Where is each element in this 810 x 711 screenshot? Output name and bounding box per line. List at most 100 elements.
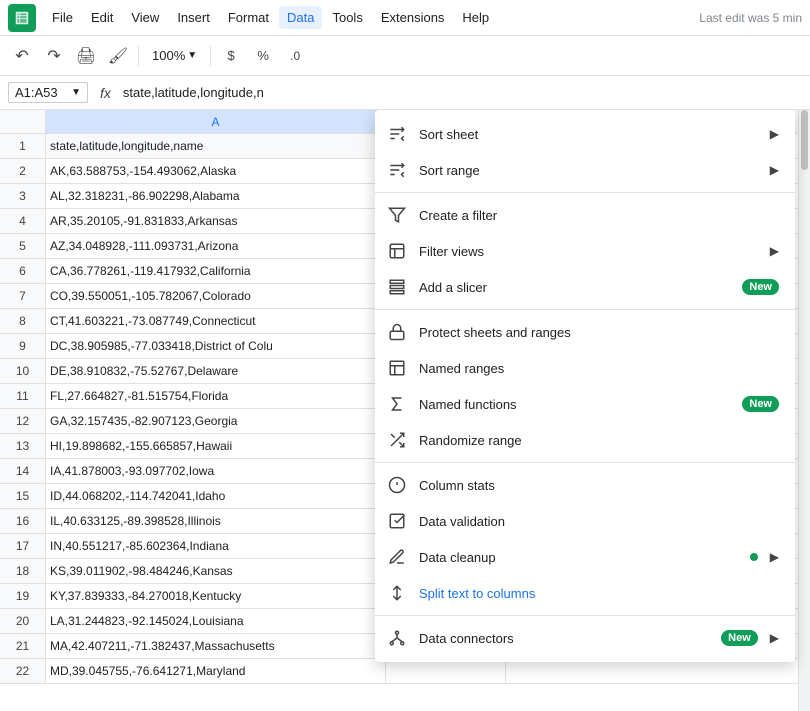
cell-A8[interactable]: CT,41.603221,-73.087749,Connecticut xyxy=(46,309,386,333)
menu-label-column-stats: Column stats xyxy=(419,478,779,493)
cell-ref-value: A1:A53 xyxy=(15,85,58,100)
stats-icon xyxy=(387,475,407,495)
cell-A15[interactable]: ID,44.068202,-114.742041,Idaho xyxy=(46,484,386,508)
cell-A6[interactable]: CA,36.778261,-119.417932,California xyxy=(46,259,386,283)
cell-A10[interactable]: DE,38.910832,-75.52767,Delaware xyxy=(46,359,386,383)
row-number: 18 xyxy=(0,559,46,583)
menu-label-data-validation: Data validation xyxy=(419,514,779,529)
menu-label-data-connectors: Data connectors xyxy=(419,631,709,646)
row-number: 7 xyxy=(0,284,46,308)
menu-label-split-text: Split text to columns xyxy=(419,586,779,601)
menu-label-sort-sheet: Sort sheet xyxy=(419,127,758,142)
menu-item-split-text[interactable]: Split text to columns xyxy=(375,575,795,611)
row-number: 21 xyxy=(0,634,46,658)
menu-label-add-slicer: Add a slicer xyxy=(419,280,730,295)
menu-item-data-validation[interactable]: Data validation xyxy=(375,503,795,539)
menu-format[interactable]: Format xyxy=(220,6,277,29)
menu-help[interactable]: Help xyxy=(454,6,497,29)
menu-edit[interactable]: Edit xyxy=(83,6,121,29)
lock-icon xyxy=(387,322,407,342)
zoom-selector[interactable]: 100% ▼ xyxy=(145,45,204,66)
app-icon xyxy=(8,4,36,32)
scrollbar-thumb xyxy=(801,110,808,170)
cell-A7[interactable]: CO,39.550051,-105.782067,Colorado xyxy=(46,284,386,308)
cell-A2[interactable]: AK,63.588753,-154.493062,Alaska xyxy=(46,159,386,183)
cell-B22[interactable] xyxy=(386,659,506,683)
cell-A17[interactable]: IN,40.551217,-85.602364,Indiana xyxy=(46,534,386,558)
col-header-A[interactable]: A xyxy=(46,110,386,133)
cell-A22[interactable]: MD,39.045755,-76.641271,Maryland xyxy=(46,659,386,683)
menu-item-data-cleanup[interactable]: Data cleanup▶ xyxy=(375,539,795,575)
separator-2 xyxy=(210,46,211,66)
menu-item-randomize[interactable]: Randomize range xyxy=(375,422,795,458)
menu-label-named-functions: Named functions xyxy=(419,397,730,412)
cell-A20[interactable]: LA,31.244823,-92.145024,Louisiana xyxy=(46,609,386,633)
row-number: 13 xyxy=(0,434,46,458)
menu-extensions[interactable]: Extensions xyxy=(373,6,453,29)
cell-A16[interactable]: IL,40.633125,-89.398528,Illinois xyxy=(46,509,386,533)
currency-button[interactable]: $ xyxy=(217,42,245,70)
menu-label-randomize: Randomize range xyxy=(419,433,779,448)
menu-item-sort-sheet[interactable]: Sort sheet ▶ xyxy=(375,116,795,152)
menu-item-sort-range[interactable]: Sort range ▶ xyxy=(375,152,795,188)
undo-button[interactable]: ↶ xyxy=(8,42,36,70)
submenu-arrow-filter-views: ▶ xyxy=(770,244,779,258)
menu-label-filter-views: Filter views xyxy=(419,244,758,259)
cell-A9[interactable]: DC,38.905985,-77.033418,District of Colu xyxy=(46,334,386,358)
redo-button[interactable]: ↷ xyxy=(40,42,68,70)
menu-item-column-stats[interactable]: Column stats xyxy=(375,467,795,503)
row-number: 8 xyxy=(0,309,46,333)
menu-label-named-ranges: Named ranges xyxy=(419,361,779,376)
print-button[interactable]: 🖨 xyxy=(72,42,100,70)
menu-label-sort-range: Sort range xyxy=(419,163,758,178)
cell-A1[interactable]: state,latitude,longitude,name xyxy=(46,134,386,158)
row-num-header xyxy=(0,110,46,133)
table-row[interactable]: 22MD,39.045755,-76.641271,Maryland xyxy=(0,659,798,684)
menu-label-create-filter: Create a filter xyxy=(419,208,779,223)
cell-A12[interactable]: GA,32.157435,-82.907123,Georgia xyxy=(46,409,386,433)
cell-A11[interactable]: FL,27.664827,-81.515754,Florida xyxy=(46,384,386,408)
split-icon xyxy=(387,583,407,603)
cell-reference[interactable]: A1:A53 ▼ xyxy=(8,82,88,103)
cell-A14[interactable]: IA,41.878003,-93.097702,Iowa xyxy=(46,459,386,483)
menu-insert[interactable]: Insert xyxy=(169,6,218,29)
menu-item-create-filter[interactable]: Create a filter xyxy=(375,197,795,233)
submenu-arrow-sort-sheet: ▶ xyxy=(770,127,779,141)
cell-A21[interactable]: MA,42.407211,-71.382437,Massachusetts xyxy=(46,634,386,658)
menu-item-add-slicer[interactable]: Add a slicerNew xyxy=(375,269,795,305)
menu-data[interactable]: Data xyxy=(279,6,322,29)
cell-A5[interactable]: AZ,34.048928,-111.093731,Arizona xyxy=(46,234,386,258)
cell-A3[interactable]: AL,32.318231,-86.902298,Alabama xyxy=(46,184,386,208)
menu-item-data-connectors[interactable]: Data connectorsNew▶ xyxy=(375,620,795,656)
row-number: 1 xyxy=(0,134,46,158)
cell-A19[interactable]: KY,37.839333,-84.270018,Kentucky xyxy=(46,584,386,608)
cell-A18[interactable]: KS,39.011902,-98.484246,Kansas xyxy=(46,559,386,583)
sheet-area: A B 1state,latitude,longitude,name2AK,63… xyxy=(0,110,810,711)
cell-A13[interactable]: HI,19.898682,-155.665857,Hawaii xyxy=(46,434,386,458)
row-number: 17 xyxy=(0,534,46,558)
row-number: 11 xyxy=(0,384,46,408)
menu-item-named-ranges[interactable]: Named ranges xyxy=(375,350,795,386)
submenu-arrow-sort-range: ▶ xyxy=(770,163,779,177)
divider3 xyxy=(375,462,795,463)
data-menu[interactable]: Sort sheet ▶ Sort range ▶ Create a filter Fil… xyxy=(375,110,795,662)
zoom-value: 100% xyxy=(152,48,185,63)
status-dot-data-cleanup xyxy=(750,553,758,561)
menu-tools[interactable]: Tools xyxy=(324,6,370,29)
sort-icon xyxy=(387,160,407,180)
percent-button[interactable]: % xyxy=(249,42,277,70)
row-number: 15 xyxy=(0,484,46,508)
menu-file[interactable]: File xyxy=(44,6,81,29)
menu-item-named-functions[interactable]: Named functions New xyxy=(375,386,795,422)
new-badge-named-functions: New xyxy=(742,396,779,412)
row-number: 14 xyxy=(0,459,46,483)
menu-item-protect[interactable]: Protect sheets and ranges xyxy=(375,314,795,350)
toolbar: ↶ ↷ 🖨 🖌 100% ▼ $ % .0 xyxy=(0,36,810,76)
filter-icon xyxy=(387,205,407,225)
menu-item-filter-views[interactable]: Filter views ▶ xyxy=(375,233,795,269)
paint-format-button[interactable]: 🖌 xyxy=(104,42,132,70)
cell-A4[interactable]: AR,35.20105,-91.831833,Arkansas xyxy=(46,209,386,233)
decimal-button[interactable]: .0 xyxy=(281,42,309,70)
menu-view[interactable]: View xyxy=(123,6,167,29)
vertical-scrollbar[interactable] xyxy=(798,110,810,711)
